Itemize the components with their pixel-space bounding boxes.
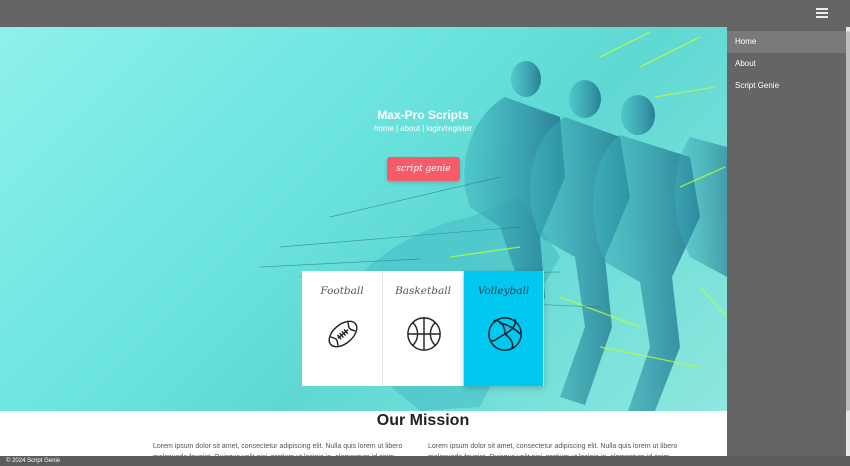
register-link[interactable]: register — [445, 124, 472, 133]
scrollbar[interactable] — [846, 27, 850, 456]
mission-text-right: Lorem ipsum dolor sit amet, consectetur … — [428, 443, 678, 456]
sports-cards: Football Basketball Volleyball — [302, 271, 544, 386]
top-bar — [0, 0, 850, 27]
football-icon — [328, 320, 358, 348]
scrollbar-thumb[interactable] — [846, 31, 850, 411]
hero-title: Max-Pro Scripts — [377, 108, 469, 122]
sidebar-item-home[interactable]: Home — [727, 31, 846, 53]
sidebar-item-about[interactable]: About — [727, 53, 846, 75]
login-link[interactable]: login — [426, 124, 443, 133]
hamburger-icon[interactable] — [816, 8, 828, 18]
volleyball-card[interactable]: Volleyball — [464, 271, 544, 386]
card-label: Volleyball — [477, 285, 530, 297]
script-genie-button[interactable]: script genie — [387, 157, 460, 181]
football-card[interactable]: Football — [302, 271, 383, 386]
mission-section: Our Mission Lorem ipsum dolor sit amet, … — [0, 411, 727, 456]
about-link[interactable]: about — [400, 124, 420, 133]
mission-title: Our Mission — [376, 412, 470, 429]
mission-text-left: Lorem ipsum dolor sit amet, consectetur … — [153, 443, 403, 456]
hero-links: home | about | login/register — [373, 124, 473, 133]
sidebar-menu: Home About Script Genie — [727, 27, 846, 456]
footer: © 2024 Script Genie — [0, 456, 850, 466]
card-label: Basketball — [395, 285, 451, 297]
volleyball-icon — [488, 317, 522, 351]
hero-banner: Max-Pro Scripts home | about | login/registe… — [0, 27, 727, 411]
basketball-icon — [407, 317, 441, 351]
sidebar-item-script-genie[interactable]: Script Genie — [727, 75, 846, 97]
basketball-card[interactable]: Basketball — [383, 271, 464, 386]
card-label: Football — [320, 285, 364, 297]
home-link[interactable]: home — [374, 124, 394, 133]
